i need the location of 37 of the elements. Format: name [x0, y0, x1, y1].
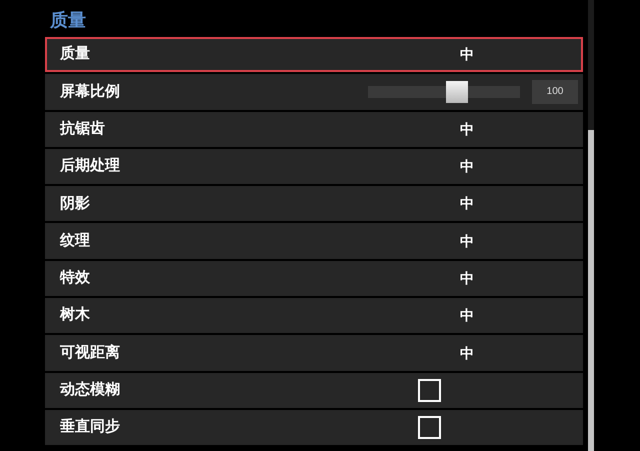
setting-label: 动态模糊	[60, 380, 121, 400]
settings-row[interactable]: 质量 中	[45, 37, 583, 72]
settings-row[interactable]: 垂直同步	[45, 410, 583, 446]
settings-row[interactable]: 纹理 中	[45, 223, 583, 259]
checkbox[interactable]	[418, 416, 441, 440]
checkbox[interactable]	[418, 378, 441, 402]
setting-label: 纹理	[60, 230, 91, 251]
option-value[interactable]: 中	[433, 193, 501, 214]
settings-row[interactable]: 抗锯齿 中	[45, 112, 583, 147]
option-value[interactable]: 中	[433, 118, 501, 140]
setting-label: 树木	[60, 305, 91, 326]
settings-row[interactable]: 树木 中	[45, 298, 583, 334]
setting-label: 垂直同步	[60, 417, 121, 438]
settings-row[interactable]: 屏幕比例 100	[45, 74, 583, 110]
settings-row[interactable]: 动态模糊	[45, 372, 583, 408]
setting-label: 阴影	[60, 194, 91, 214]
slider-thumb[interactable]	[446, 80, 468, 103]
settings-row[interactable]: 阴影 中	[45, 186, 583, 222]
settings-row[interactable]: 可视距离 中	[45, 335, 583, 371]
scrollbar-thumb[interactable]	[588, 130, 594, 451]
settings-row[interactable]: 特效 中	[45, 260, 583, 296]
option-value[interactable]: 中	[433, 44, 501, 66]
setting-label: 质量	[60, 44, 91, 64]
setting-label: 后期处理	[60, 156, 121, 176]
option-value[interactable]: 中	[433, 342, 501, 364]
option-value[interactable]: 中	[433, 230, 501, 252]
scale-value-field[interactable]: 100	[532, 80, 578, 104]
setting-label: 特效	[60, 268, 91, 288]
setting-label: 抗锯齿	[60, 118, 106, 139]
option-value[interactable]: 中	[433, 268, 501, 289]
option-value[interactable]: 中	[433, 156, 501, 178]
settings-row[interactable]: 后期处理 中	[45, 148, 583, 184]
slider[interactable]	[368, 80, 520, 103]
setting-label: 屏幕比例	[60, 82, 121, 102]
setting-label: 可视距离	[60, 342, 121, 363]
section-title: 质量	[48, 9, 87, 32]
option-value[interactable]: 中	[433, 305, 501, 326]
